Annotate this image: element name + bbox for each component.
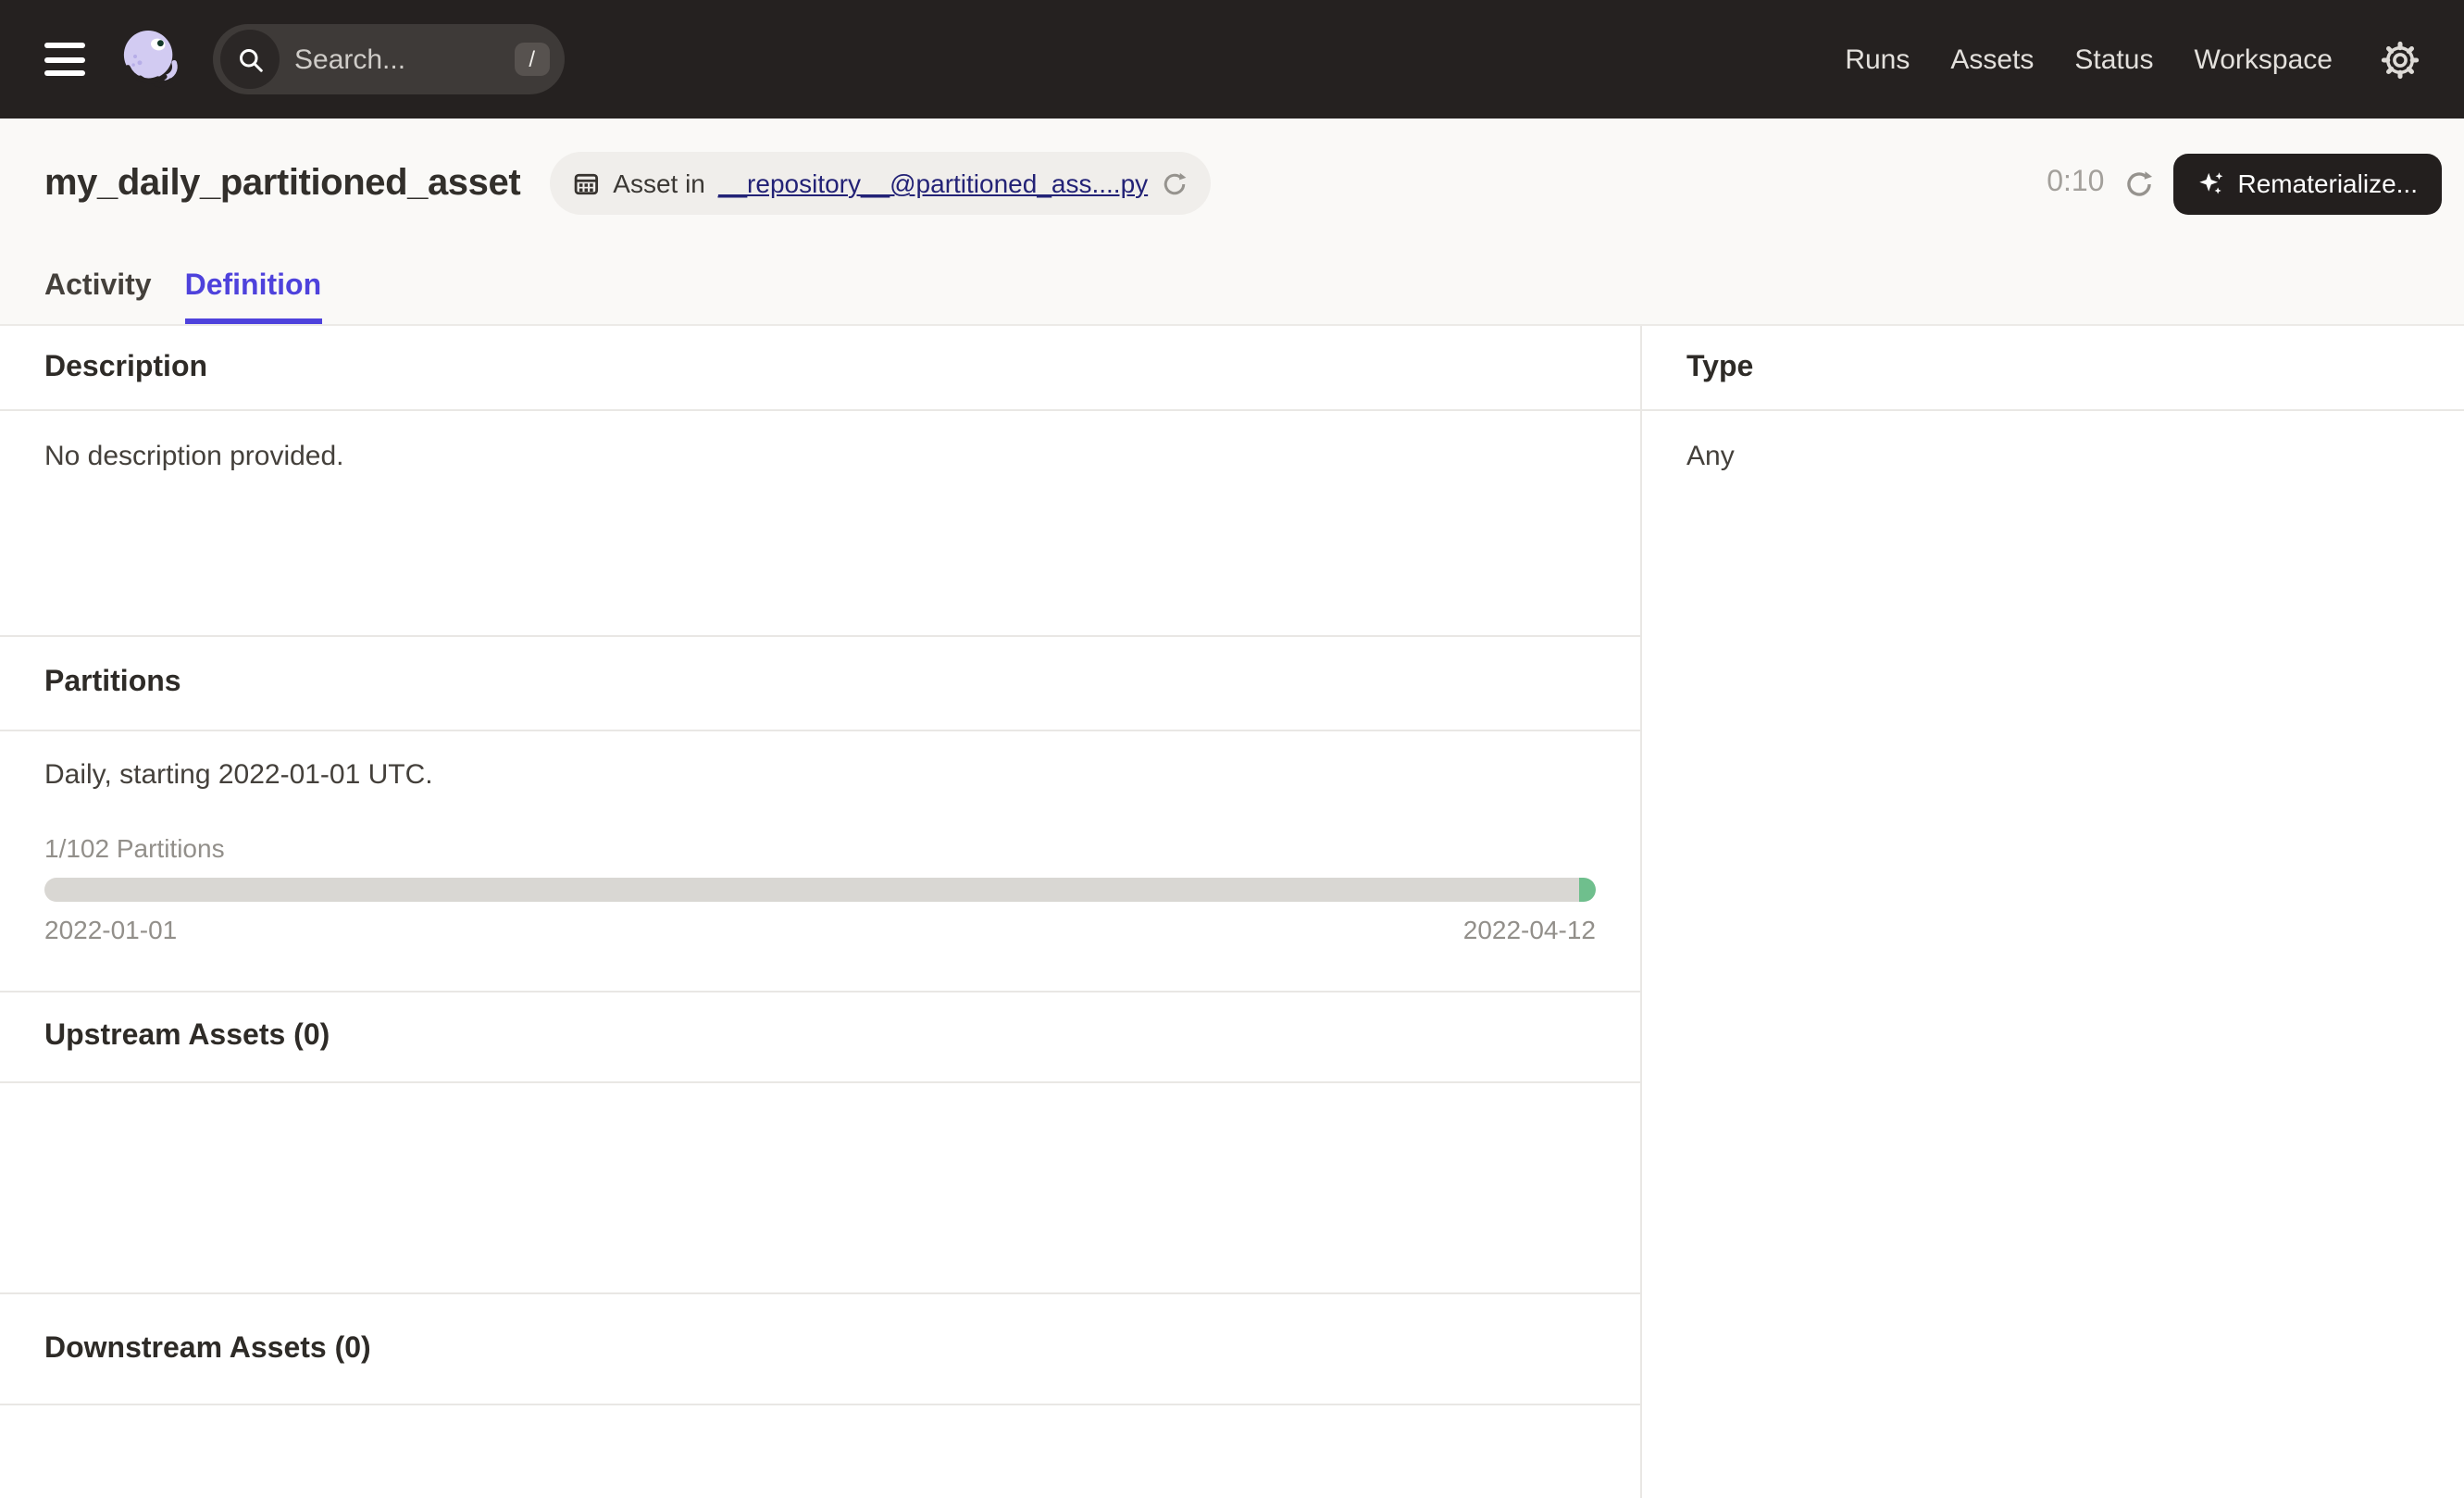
partition-start-date: 2022-01-01 bbox=[44, 915, 177, 944]
description-heading: Description bbox=[0, 326, 1640, 411]
tab-activity[interactable]: Activity bbox=[44, 270, 152, 324]
type-heading: Type bbox=[1642, 326, 2464, 411]
side-column: Type Any bbox=[1642, 326, 2464, 1498]
reload-repository-icon[interactable] bbox=[1161, 169, 1188, 197]
partitions-count: 1/102 Partitions bbox=[44, 833, 1596, 863]
downstream-assets-heading: Downstream Assets (0) bbox=[0, 1294, 1640, 1405]
partition-health-bar bbox=[44, 878, 1596, 902]
definition-content: Description No description provided. Par… bbox=[0, 326, 2464, 1498]
partitions-heading: Partitions bbox=[0, 637, 1640, 731]
repository-icon bbox=[572, 169, 600, 197]
dagster-logo-icon[interactable] bbox=[115, 24, 185, 94]
partition-health-bar-materialized bbox=[1579, 878, 1596, 902]
asset-badge-prefix: Asset in bbox=[613, 169, 705, 198]
header-actions: 0:10 Rematerialize... bbox=[2047, 153, 2442, 214]
settings-gear-icon[interactable] bbox=[2381, 40, 2420, 79]
sparkles-icon bbox=[2196, 169, 2224, 197]
repository-file-link[interactable]: __repository__@partitioned_ass....py bbox=[718, 169, 1148, 198]
partitions-body: Daily, starting 2022-01-01 UTC. 1/102 Pa… bbox=[0, 731, 1640, 992]
nav-runs[interactable]: Runs bbox=[1845, 44, 1910, 75]
description-body: No description provided. bbox=[0, 411, 1640, 637]
partition-end-date: 2022-04-12 bbox=[1463, 915, 1596, 944]
partitions-summary: Daily, starting 2022-01-01 UTC. bbox=[44, 759, 1596, 791]
top-navigation: Runs Assets Status Workspace bbox=[1845, 40, 2420, 79]
nav-status[interactable]: Status bbox=[2074, 44, 2153, 75]
search-shortcut-key: / bbox=[514, 43, 550, 76]
main-column: Description No description provided. Par… bbox=[0, 326, 1642, 1498]
downstream-assets-body bbox=[0, 1405, 1640, 1498]
search-input[interactable] bbox=[280, 44, 514, 75]
dagster-app: / Runs Assets Status Workspace bbox=[0, 0, 2464, 1498]
menu-icon[interactable] bbox=[41, 39, 89, 80]
asset-location-badge: Asset in __repository__@partitioned_ass.… bbox=[550, 152, 1211, 215]
page-title: my_daily_partitioned_asset bbox=[44, 162, 520, 205]
title-row: my_daily_partitioned_asset bbox=[0, 119, 2464, 215]
search-bar[interactable]: / bbox=[213, 24, 565, 94]
tab-bar: Activity Definition bbox=[0, 270, 2464, 324]
nav-assets[interactable]: Assets bbox=[1950, 44, 2034, 75]
partition-date-range: 2022-01-01 2022-04-12 bbox=[44, 915, 1596, 944]
topbar: / Runs Assets Status Workspace bbox=[0, 0, 2464, 119]
tab-definition[interactable]: Definition bbox=[185, 270, 322, 324]
rematerialize-label: Rematerialize... bbox=[2237, 169, 2418, 198]
rematerialize-button[interactable]: Rematerialize... bbox=[2172, 153, 2442, 214]
upstream-assets-body bbox=[0, 1083, 1640, 1294]
search-icon bbox=[220, 30, 280, 89]
nav-workspace[interactable]: Workspace bbox=[2194, 44, 2333, 75]
refresh-countdown: 0:10 bbox=[2047, 167, 2104, 200]
type-value: Any bbox=[1642, 411, 2464, 502]
page-header: my_daily_partitioned_asset bbox=[0, 119, 2464, 326]
refresh-icon[interactable] bbox=[2122, 168, 2154, 199]
upstream-assets-heading: Upstream Assets (0) bbox=[0, 992, 1640, 1083]
